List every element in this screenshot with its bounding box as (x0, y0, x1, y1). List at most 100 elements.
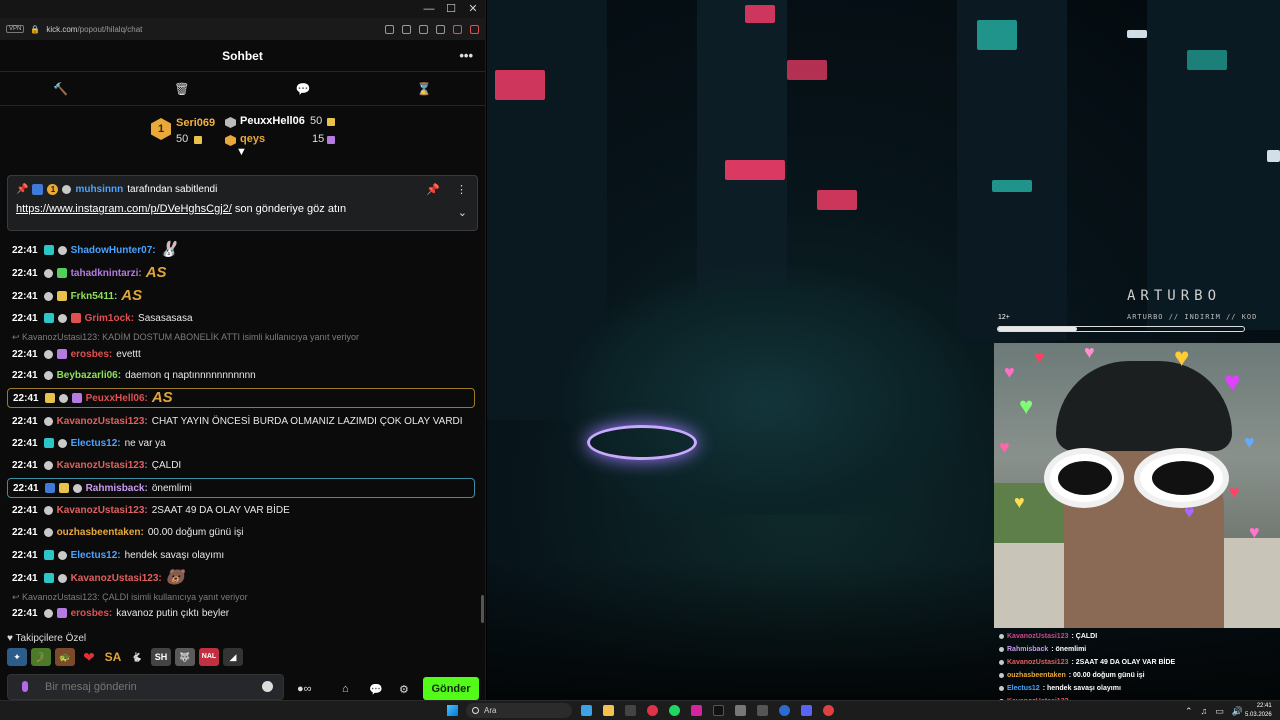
send-button[interactable]: Gönder (423, 677, 479, 700)
message-username[interactable]: Beybazarli06: (57, 370, 121, 381)
chat-message[interactable]: 22:41 erosbes: kavanoz putin çıktı beyler (7, 603, 475, 623)
message-username[interactable]: KavanozUstasi123: (57, 416, 148, 427)
message-username[interactable]: KavanozUstasi123: (57, 460, 148, 471)
app-icon-store[interactable] (625, 705, 636, 716)
play-icon[interactable] (419, 24, 428, 34)
chat-scrollbar[interactable] (481, 595, 484, 623)
unpin-icon[interactable]: 📌 (426, 183, 440, 196)
chat-message[interactable]: 22:41 ShadowHunter07: 🐰 (7, 240, 475, 260)
age-rating: 12+ (998, 314, 1010, 321)
leaderboard-first-name[interactable]: Seri069 (176, 117, 215, 129)
message-username[interactable]: Grim1ock: (85, 313, 134, 324)
chevron-down-icon[interactable]: ⌄ (458, 206, 467, 219)
chat-message-input[interactable] (7, 674, 284, 700)
microphone-icon[interactable] (22, 681, 28, 692)
message-username[interactable]: erosbes: (71, 349, 113, 360)
message-username[interactable]: Electus12: (71, 550, 121, 561)
chat-message[interactable]: 22:41 Electus12: hendek savaşı olayımı (7, 545, 475, 565)
chat-message[interactable]: 22:41 Rahmisback: önemlimi (7, 478, 475, 498)
app-icon-copilot[interactable] (581, 705, 592, 716)
emote-button[interactable]: 🐇 (127, 648, 147, 666)
taskbar-clock[interactable]: 22:41 5.03.2026 (1245, 702, 1272, 720)
app-icon-generic[interactable] (757, 705, 768, 716)
pinned-by-user[interactable]: muhsinnn (75, 184, 123, 195)
emote-button[interactable]: SA (103, 648, 123, 666)
address-bar[interactable]: VPN 🔒 kick.com/popout/hilalq/chat (0, 18, 485, 40)
message-text: ÇALDI (151, 459, 182, 471)
emoji-picker-icon[interactable] (262, 681, 273, 692)
emote-button[interactable]: SH (151, 648, 171, 666)
vpn-badge[interactable]: VPN (6, 25, 25, 33)
trash-icon[interactable]: 🗑 (121, 82, 242, 96)
pinned-more-icon[interactable]: ⋮ (456, 183, 467, 196)
points-icon[interactable]: ●∞ (297, 683, 312, 695)
message-username[interactable]: KavanozUstasi123: (71, 573, 162, 584)
message-username[interactable]: PeuxxHell06: (86, 393, 148, 404)
chat-message[interactable]: 22:41 Grim1ock: Sasasasasa (7, 308, 475, 328)
reply-context[interactable]: ↩ KavanozUstasi123: KADİM DOSTUM ABONELİ… (12, 332, 359, 343)
system-tray[interactable]: ⌃ ♫ ▭ 🔊 (1185, 706, 1243, 717)
taskbar-search[interactable]: Ara (466, 703, 572, 718)
app-icon-discord[interactable] (801, 705, 812, 716)
start-button-icon[interactable] (447, 705, 458, 716)
app-icon-instagram[interactable] (691, 705, 702, 716)
app-icon-opera[interactable] (647, 705, 658, 716)
message-username[interactable]: tahadknintarzi: (71, 268, 142, 279)
hourglass-icon[interactable]: ⌛ (364, 82, 485, 96)
message-username[interactable]: Frkn5411: (71, 291, 118, 302)
chat-message[interactable]: 22:41 Beybazarli06: daemon q naptınnnnnnnn… (7, 365, 475, 385)
app-icon-steam[interactable] (779, 705, 790, 716)
leaderboard-second-name[interactable]: PeuxxHell06 (240, 115, 305, 127)
emote-button[interactable]: 🐊 (31, 648, 51, 666)
chat-message[interactable]: 22:41 KavanozUstasi123: ÇALDI (7, 455, 475, 475)
chat-message[interactable]: 22:41 KavanozUstasi123: 2SAAT 49 DA OLAY V… (7, 500, 475, 520)
reply-context[interactable]: ↩ KavanozUstasi123: ÇALDI isimli kullanı… (12, 592, 248, 603)
message-username[interactable]: KavanozUstasi123: (57, 505, 148, 516)
stream-video[interactable]: ARTURBO ARTURBO // INDIRIM // KOD 12+ ♥ … (487, 0, 1280, 700)
app-icon-tiktok[interactable] (713, 705, 724, 716)
chat-bubble-icon[interactable]: 💬 (243, 82, 364, 96)
emote-button[interactable]: 🐢 (55, 648, 75, 666)
emote-button[interactable]: ✦ (7, 648, 27, 666)
maximize-button[interactable]: ☐ (445, 3, 457, 15)
stream-progress-fill (998, 327, 1077, 331)
shield-icon[interactable] (402, 24, 411, 34)
message-username[interactable]: Electus12: (71, 438, 121, 449)
close-window-button[interactable]: ✕ (467, 3, 479, 15)
emote-button[interactable]: ❤ (79, 648, 99, 666)
app-icon-files[interactable] (603, 705, 614, 716)
message-username[interactable]: Rahmisback: (86, 483, 148, 494)
chat-message[interactable]: 22:41 ouzhasbeentaken: 00.00 doğum günü iş… (7, 522, 475, 542)
store-icon[interactable]: ⌂ (342, 683, 349, 695)
chat-message[interactable]: 22:41 tahadknintarzi: AS (7, 263, 475, 283)
minimize-button[interactable]: — (423, 3, 435, 15)
gear-icon[interactable]: ⚙ (399, 683, 409, 696)
emote-button[interactable]: 🐺 (175, 648, 195, 666)
leaderboard-third-name[interactable]: qeys (240, 133, 265, 145)
chat-message[interactable]: 22:41 PeuxxHell06: AS (7, 388, 475, 408)
chat-message[interactable]: 22:41 Electus12: ne var ya (7, 433, 475, 453)
zoom-icon[interactable] (385, 24, 394, 34)
download-icon[interactable] (470, 24, 479, 34)
hammer-icon[interactable]: 🔨 (0, 82, 121, 96)
app-icon-record[interactable] (823, 705, 834, 716)
chat-message[interactable]: 22:41 erosbes: evettt (7, 344, 475, 364)
message-username[interactable]: erosbes: (71, 608, 113, 619)
emote-button[interactable]: NAL (199, 648, 219, 666)
pinned-link[interactable]: https://www.instagram.com/p/DVeHghsCgj2/ (16, 203, 232, 215)
chat-message[interactable]: 22:41 KavanozUstasi123: CHAT YAYIN ÖNCESİ … (7, 411, 475, 431)
collapse-icon[interactable]: ▼ (236, 146, 247, 158)
app-icon-spotify[interactable] (669, 705, 680, 716)
more-options-button[interactable]: ••• (459, 48, 473, 63)
overlay-chat-line: ouzhasbeentaken: 00.00 doğum günü işi (999, 669, 1145, 682)
chat-message[interactable]: 22:41 KavanozUstasi123: 🐻 (7, 568, 475, 588)
chat-message[interactable]: 22:41 Frkn5411: AS (7, 286, 475, 306)
share-icon[interactable] (436, 24, 445, 34)
message-username[interactable]: ouzhasbeentaken: (57, 527, 144, 538)
chat-bubble-icon[interactable]: 💬 (369, 683, 383, 696)
user-badge-icon (57, 245, 67, 255)
extension-icon[interactable] (453, 24, 462, 34)
message-username[interactable]: ShadowHunter07: (71, 245, 156, 256)
app-icon-generic[interactable] (735, 705, 746, 716)
emote-button[interactable]: ◢ (223, 648, 243, 666)
